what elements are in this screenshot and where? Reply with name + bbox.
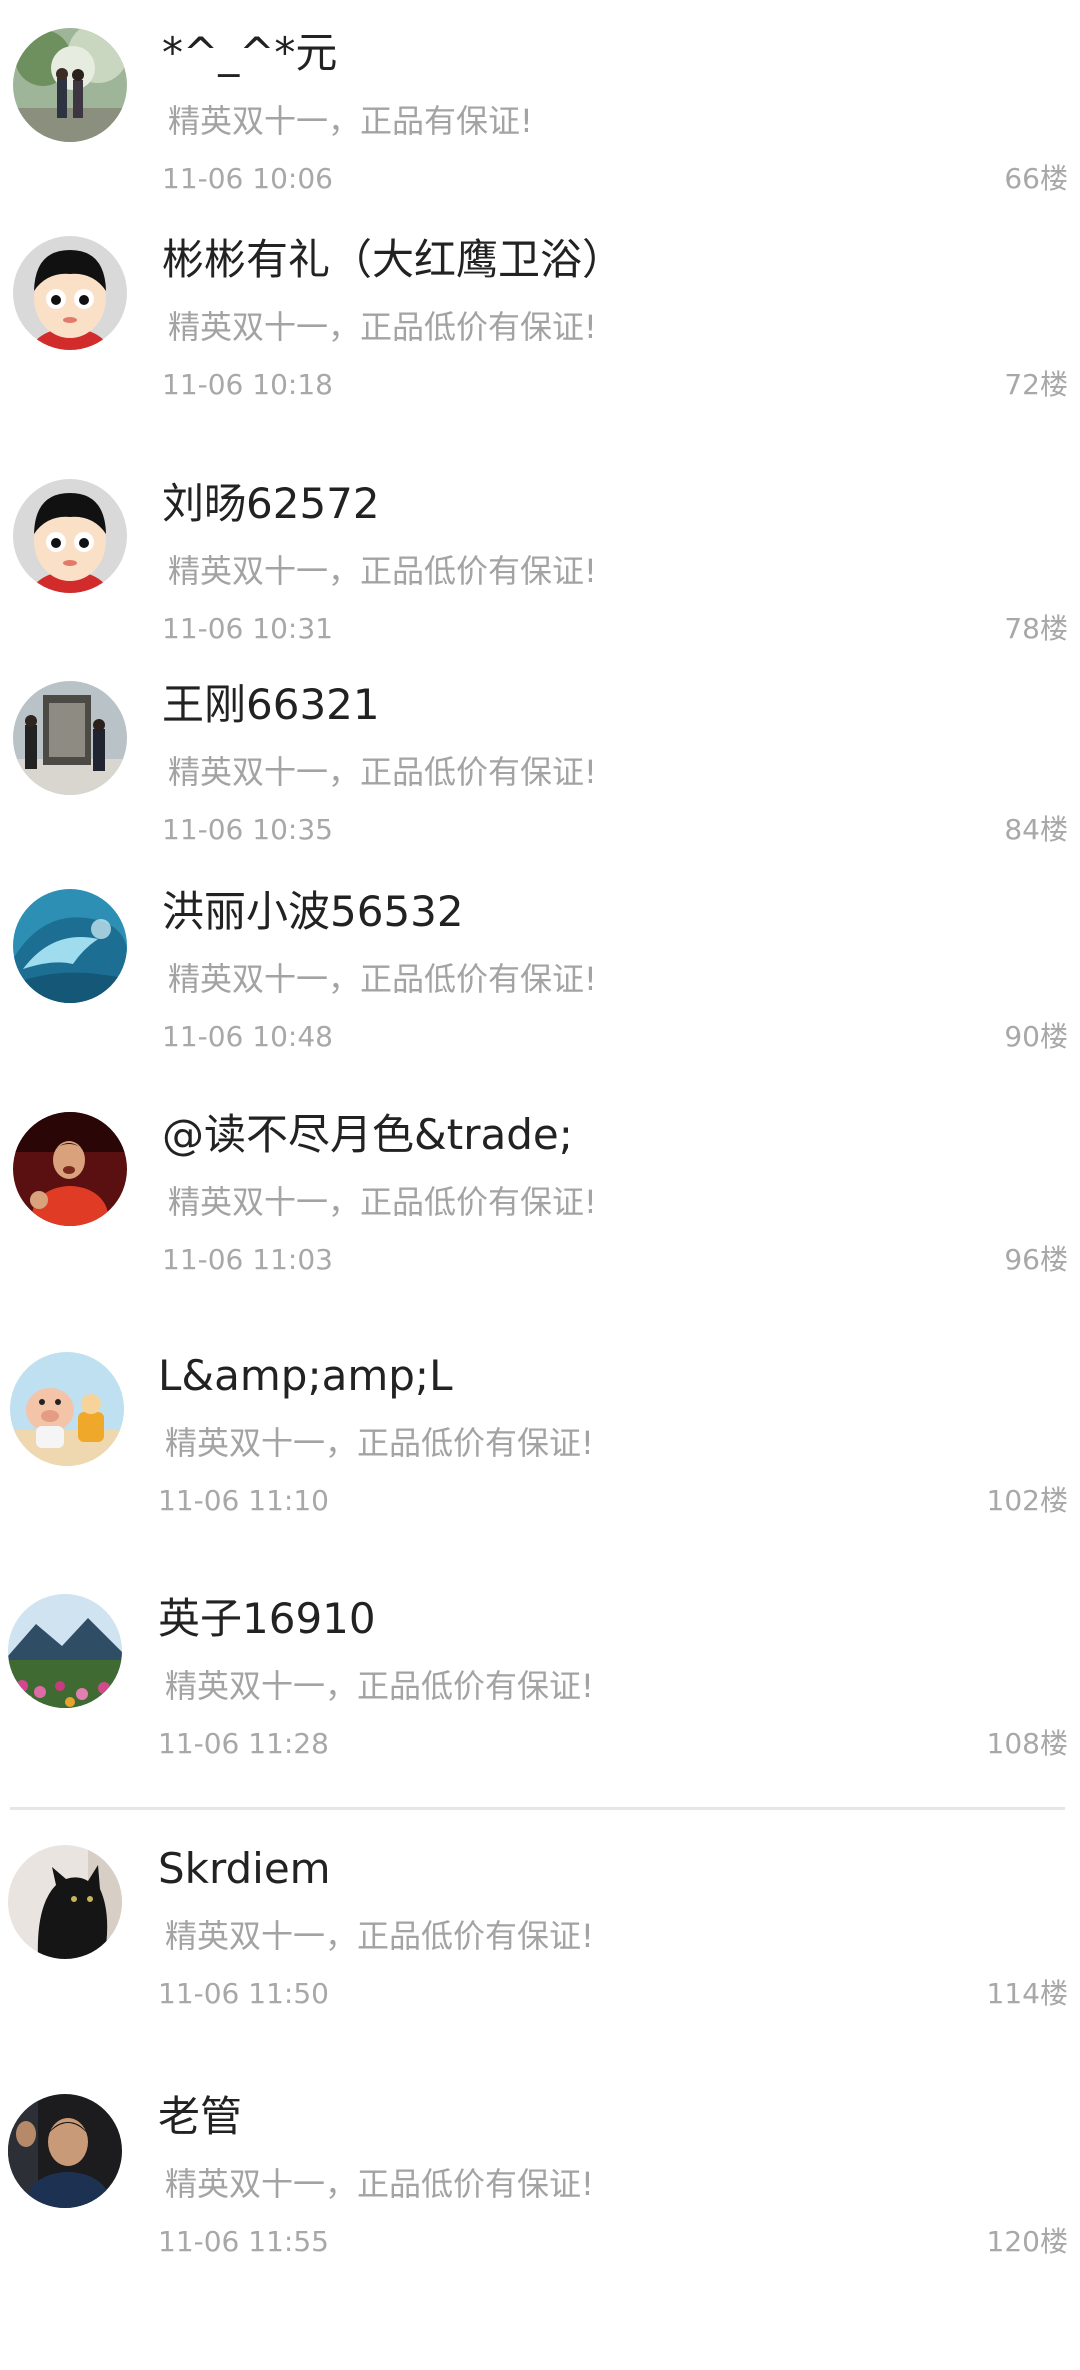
username[interactable]: 洪丽小波56532 <box>162 886 464 938</box>
cartoon-pig-avatar[interactable] <box>10 1352 124 1466</box>
comment-time: 11-06 11:28 <box>158 1727 329 1760</box>
username[interactable]: 王刚66321 <box>162 679 380 731</box>
comment-content: 精英双十一，正品有保证! <box>168 102 533 140</box>
username[interactable]: @读不尽月色&trade; <box>162 1109 573 1161</box>
default-cartoon-avatar[interactable] <box>13 236 127 350</box>
comment-content: 精英双十一，正品低价有保证! <box>168 552 597 590</box>
comment-content: 精英双十一，正品低价有保证! <box>168 308 597 346</box>
floor-number: 114楼 <box>986 1977 1068 2010</box>
athlete-photo-avatar[interactable] <box>13 1112 127 1226</box>
username[interactable]: 彬彬有礼（大红鹰卫浴） <box>162 234 624 286</box>
floor-number: 78楼 <box>1004 612 1068 645</box>
floor-number: 72楼 <box>1004 368 1068 401</box>
monument-photo-avatar[interactable] <box>13 681 127 795</box>
username[interactable]: 老管 <box>158 2091 242 2143</box>
comment-time: 11-06 11:10 <box>158 1484 329 1517</box>
username[interactable]: L&amp;amp;L <box>158 1350 452 1402</box>
comment-content: 精英双十一，正品低价有保证! <box>168 1183 597 1221</box>
default-cartoon-avatar[interactable] <box>13 479 127 593</box>
username[interactable]: 英子16910 <box>158 1593 376 1645</box>
floor-number: 102楼 <box>986 1484 1068 1517</box>
floor-number: 90楼 <box>1004 1020 1068 1053</box>
comment-content: 精英双十一，正品低价有保证! <box>168 960 597 998</box>
username[interactable]: *^_^*元 <box>162 27 337 79</box>
floor-number: 108楼 <box>986 1727 1068 1760</box>
couple-photo-avatar[interactable] <box>13 28 127 142</box>
comment-time: 11-06 11:55 <box>158 2225 329 2258</box>
comment-content: 精英双十一，正品低价有保证! <box>165 2165 594 2203</box>
comment-time: 11-06 10:35 <box>162 813 333 846</box>
comment-content: 精英双十一，正品低价有保证! <box>165 1424 594 1462</box>
comment-content: 精英双十一，正品低价有保证! <box>168 753 597 791</box>
mountain-landscape-avatar[interactable] <box>8 1594 122 1708</box>
floor-number: 96楼 <box>1004 1243 1068 1276</box>
ocean-wave-avatar[interactable] <box>13 889 127 1003</box>
comment-content: 精英双十一，正品低价有保证! <box>165 1917 594 1955</box>
username[interactable]: 刘旸62572 <box>162 478 380 530</box>
black-cat-avatar[interactable] <box>8 1845 122 1959</box>
man-photo-avatar[interactable] <box>8 2094 122 2208</box>
comment-time: 11-06 10:48 <box>162 1020 333 1053</box>
comment-time: 11-06 10:06 <box>162 162 333 195</box>
section-divider <box>10 1807 1065 1810</box>
username[interactable]: Skrdiem <box>158 1843 331 1895</box>
comment-content: 精英双十一，正品低价有保证! <box>165 1667 594 1705</box>
comment-time: 11-06 11:50 <box>158 1977 329 2010</box>
comment-time: 11-06 10:31 <box>162 612 333 645</box>
comment-time: 11-06 11:03 <box>162 1243 333 1276</box>
floor-number: 84楼 <box>1004 813 1068 846</box>
floor-number: 66楼 <box>1004 162 1068 195</box>
comment-time: 11-06 10:18 <box>162 368 333 401</box>
floor-number: 120楼 <box>986 2225 1068 2258</box>
